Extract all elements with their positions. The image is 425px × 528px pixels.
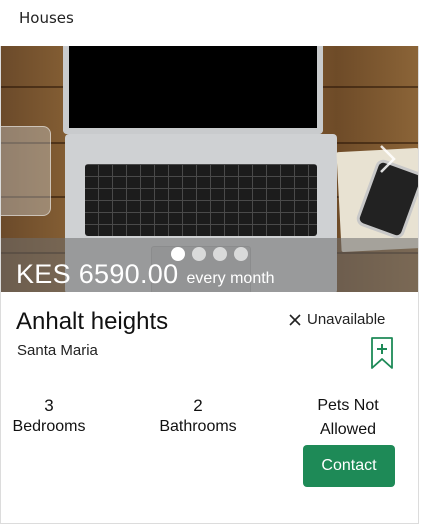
price-amount: KES 6590.00 [16,259,179,289]
bathrooms-label: Bathrooms [159,418,237,435]
bathrooms-stat: 2 Bathrooms [149,396,247,436]
price-period: every month [186,270,275,287]
contact-button[interactable]: Contact [303,445,395,487]
availability-status: Unavailable [287,311,385,328]
bedrooms-count: 3 [44,396,54,415]
bathrooms-count: 2 [193,396,203,415]
listing-name: Anhalt heights [16,308,169,335]
pets-policy: Pets Not Allowed [317,397,379,438]
chevron-right-icon[interactable] [375,142,399,176]
bookmark-add-icon[interactable] [370,336,394,370]
close-icon [289,313,301,326]
availability-label: Unavailable [307,311,386,328]
section-title: Houses [19,9,74,27]
listing-location: Santa Maria [17,342,98,359]
listing-photo: KES 6590.00 every month [1,46,418,292]
bedrooms-label: Bedrooms [12,418,86,435]
price: KES 6590.00 every month [16,259,275,290]
listing-card: KES 6590.00 every month Anhalt heights S… [0,46,419,524]
bedrooms-stat: 3 Bedrooms [3,396,95,436]
